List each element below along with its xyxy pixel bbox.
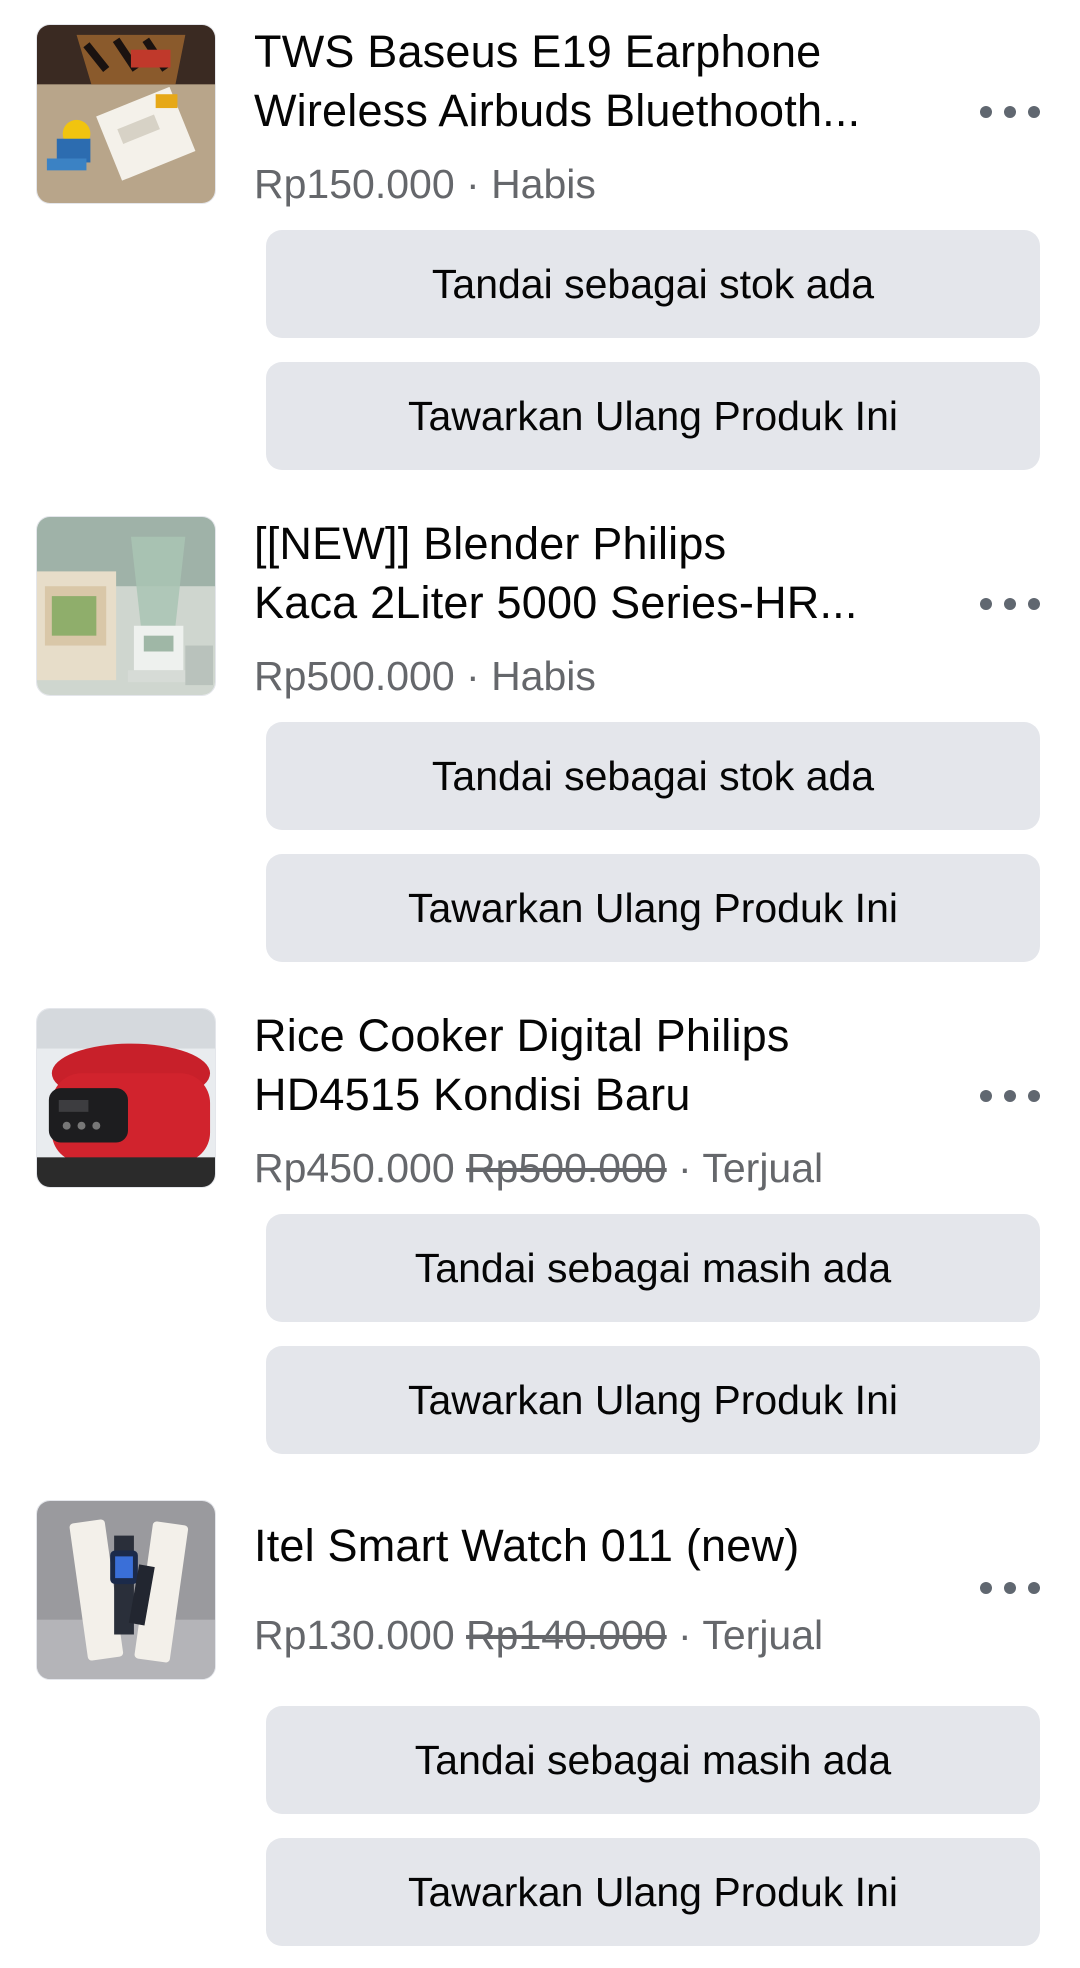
listing-price: Rp500.000 (254, 653, 455, 699)
mark-in-stock-button[interactable]: Tandai sebagai stok ada (266, 230, 1040, 338)
listing-meta: Rp500.000 · Habis (254, 651, 596, 701)
listing-item[interactable]: Rice Cooker Digital Philips HD4515 Kondi… (0, 984, 1080, 1474)
listing-title-line-1: [[NEW]] Blender Philips (254, 518, 727, 569)
blender-product-photo[interactable] (36, 516, 216, 696)
more-options-icon[interactable] (980, 1076, 1040, 1116)
relist-button[interactable]: Tawarkan Ulang Produk Ini (266, 362, 1040, 470)
listing-original-price: Rp500.000 (466, 1145, 667, 1191)
earphone-product-photo[interactable] (36, 24, 216, 204)
listing-title-line-2: Kaca 2Liter 5000 Series-HR... (254, 577, 858, 628)
listing-item[interactable]: [[NEW]] Blender Philips Kaca 2Liter 5000… (0, 492, 1080, 982)
meta-separator: · (454, 653, 492, 699)
listing-status: Terjual (702, 1612, 824, 1658)
meta-separator: · (454, 161, 492, 207)
relist-button[interactable]: Tawarkan Ulang Produk Ini (266, 854, 1040, 962)
listing-price: Rp450.000 (254, 1145, 455, 1191)
listing-item[interactable]: Itel Smart Watch 011 (new) Rp130.000 Rp1… (0, 1476, 1080, 1966)
listing-original-price: Rp140.000 (466, 1612, 667, 1658)
listing-title[interactable]: Rice Cooker Digital Philips HD4515 Kondi… (254, 1006, 944, 1124)
listing-title-line-1: Itel Smart Watch 011 (new) (254, 1520, 800, 1571)
smart-watch-product-photo[interactable] (36, 1500, 216, 1680)
listing-status: Habis (491, 653, 596, 699)
listing-title[interactable]: [[NEW]] Blender Philips Kaca 2Liter 5000… (254, 514, 944, 632)
listing-title-line-2: HD4515 Kondisi Baru (254, 1069, 691, 1120)
meta-separator: · (666, 1145, 703, 1191)
relist-button[interactable]: Tawarkan Ulang Produk Ini (266, 1838, 1040, 1946)
listing-status: Terjual (702, 1145, 824, 1191)
more-options-icon[interactable] (980, 1568, 1040, 1608)
listing-title-line-1: TWS Baseus E19 Earphone (254, 26, 822, 77)
listing-price: Rp130.000 (254, 1612, 455, 1658)
mark-available-button[interactable]: Tandai sebagai masih ada (266, 1214, 1040, 1322)
listing-title-line-1: Rice Cooker Digital Philips (254, 1010, 790, 1061)
listing-title[interactable]: Itel Smart Watch 011 (new) (254, 1498, 944, 1575)
listing-title[interactable]: TWS Baseus E19 Earphone Wireless Airbuds… (254, 22, 944, 140)
listing-meta: Rp150.000 · Habis (254, 159, 596, 209)
more-options-icon[interactable] (980, 584, 1040, 624)
relist-button[interactable]: Tawarkan Ulang Produk Ini (266, 1346, 1040, 1454)
rice-cooker-product-photo[interactable] (36, 1008, 216, 1188)
listing-meta: Rp450.000 Rp500.000 · Terjual (254, 1143, 823, 1193)
listing-item[interactable]: TWS Baseus E19 Earphone Wireless Airbuds… (0, 0, 1080, 490)
more-options-icon[interactable] (980, 92, 1040, 132)
listing-price: Rp150.000 (254, 161, 455, 207)
listing-status: Habis (491, 161, 596, 207)
listing-title-line-2: Wireless Airbuds Bluethooth... (254, 85, 861, 136)
listing-meta: Rp130.000 Rp140.000 · Terjual (254, 1610, 823, 1660)
mark-in-stock-button[interactable]: Tandai sebagai stok ada (266, 722, 1040, 830)
meta-separator: · (666, 1612, 703, 1658)
mark-available-button[interactable]: Tandai sebagai masih ada (266, 1706, 1040, 1814)
